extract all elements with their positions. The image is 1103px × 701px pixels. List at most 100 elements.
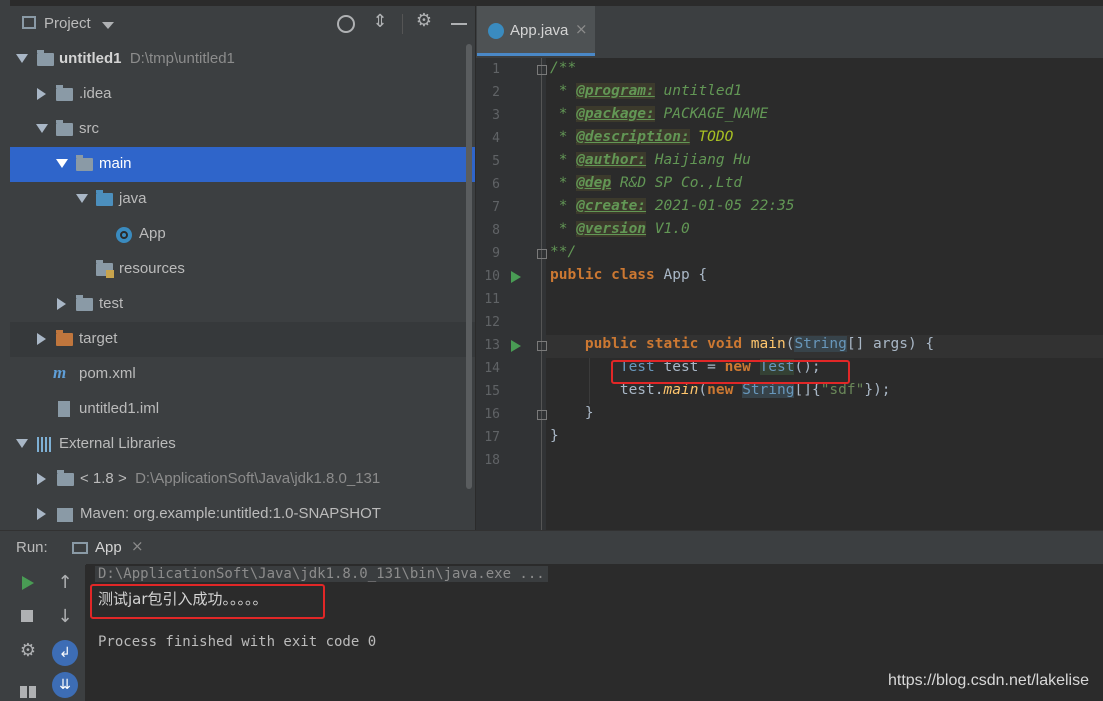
library-icon xyxy=(57,508,73,522)
fold-marker-icon[interactable] xyxy=(537,65,547,75)
run-class-icon[interactable] xyxy=(511,271,521,283)
chevron-right-icon[interactable] xyxy=(37,473,46,485)
collapse-all-icon[interactable]: ⇕ xyxy=(370,11,390,32)
soft-wrap-icon[interactable]: ↲ xyxy=(52,640,78,666)
stop-icon[interactable] xyxy=(21,610,33,622)
tree-item-label: untitled1.iml xyxy=(79,400,160,417)
javadoc-value: V1.0 xyxy=(646,221,690,237)
java-class-icon-mark xyxy=(120,231,128,239)
comment-star: * xyxy=(550,106,577,122)
tree-item-java[interactable]: java xyxy=(10,182,475,217)
chevron-down-icon[interactable] xyxy=(16,439,28,448)
libraries-icon xyxy=(37,437,53,452)
comment-star: * xyxy=(550,175,577,191)
comment-star: * xyxy=(550,152,577,168)
chevron-right-icon[interactable] xyxy=(37,333,46,345)
tree-item-maven-lib[interactable]: Maven: org.example:untitled:1.0-SNAPSHOT xyxy=(10,497,475,530)
tree-item-label: resources xyxy=(119,260,185,277)
chevron-right-icon[interactable] xyxy=(37,508,46,520)
debug-settings-icon[interactable]: ⚙ xyxy=(17,640,39,661)
code-line-13[interactable]: public static void main(String[] args) { xyxy=(550,336,934,352)
code-line-1[interactable]: /** xyxy=(550,60,576,76)
java-class-icon xyxy=(488,23,504,39)
run-tab-app[interactable]: App xyxy=(95,539,122,556)
tree-item-untitled1[interactable]: untitled1 D:\tmp\untitled1 xyxy=(10,42,475,77)
run-panel-header: Run: App × xyxy=(0,530,1103,565)
tree-item-app[interactable]: App xyxy=(10,217,475,252)
javadoc-tag: @create: xyxy=(576,198,647,214)
project-panel-header: Project ⇕ ⚙ xyxy=(10,6,475,42)
chevron-down-icon[interactable] xyxy=(36,124,48,133)
project-view-title[interactable]: Project xyxy=(44,15,91,32)
comment-star: * xyxy=(550,198,577,214)
folder-icon xyxy=(56,120,73,136)
code-line-3[interactable]: * @package: PACKAGE_NAME xyxy=(550,106,768,122)
fold-marker-icon[interactable] xyxy=(537,410,547,420)
tree-item-target[interactable]: target xyxy=(10,322,475,357)
tree-item-label: pom.xml xyxy=(79,365,136,382)
module-folder-icon xyxy=(37,50,54,66)
minimize-icon[interactable] xyxy=(451,23,467,25)
line-number: 13 xyxy=(484,338,500,353)
line-number: 17 xyxy=(484,430,500,445)
code-line-2[interactable]: * @program: untitled1 xyxy=(550,83,742,99)
code-line-15[interactable]: test.main(new String[]{"sdf"}); xyxy=(550,382,891,398)
code-line-17[interactable]: } xyxy=(550,428,559,444)
code-line-16[interactable]: } xyxy=(550,405,594,421)
arrow-up-icon[interactable]: ↑ xyxy=(54,572,76,593)
tree-item-resources[interactable]: resources xyxy=(10,252,475,287)
run-toolbar: ⚙ ↑ ↓ ↲ ⇊ xyxy=(0,564,85,701)
close-icon[interactable]: × xyxy=(131,537,144,555)
chevron-right-icon[interactable] xyxy=(57,298,66,310)
highlight-box-console xyxy=(90,584,325,619)
tree-item-label: App xyxy=(139,225,166,242)
chevron-right-icon[interactable] xyxy=(37,88,46,100)
folder-icon xyxy=(76,155,93,171)
target-icon[interactable] xyxy=(337,15,355,33)
line-number: 7 xyxy=(492,200,500,215)
gear-icon[interactable]: ⚙ xyxy=(414,10,434,31)
fold-marker-icon[interactable] xyxy=(537,341,547,351)
tree-item-test[interactable]: test xyxy=(10,287,475,322)
tree-item-external-libraries[interactable]: External Libraries xyxy=(10,427,475,462)
tree-item-path: D:\ApplicationSoft\Java\jdk1.8.0_131 xyxy=(135,470,381,487)
code-line-6[interactable]: * @dep R&D SP Co.,Ltd xyxy=(550,175,742,191)
chevron-down-icon[interactable] xyxy=(56,159,68,168)
code-line-7[interactable]: * @create: 2021-01-05 22:35 xyxy=(550,198,794,214)
tree-item-jdk[interactable]: < 1.8 > D:\ApplicationSoft\Java\jdk1.8.0… xyxy=(10,462,475,497)
excluded-folder-icon xyxy=(56,330,73,346)
code-line-4[interactable]: * @description: TODO xyxy=(550,129,733,145)
comment-star: * xyxy=(550,221,577,237)
maven-icon: m xyxy=(53,363,67,382)
tree-item-main[interactable]: main xyxy=(10,147,475,182)
rerun-icon[interactable] xyxy=(22,576,34,590)
run-config-icon xyxy=(72,542,88,554)
arrow-down-icon[interactable]: ↓ xyxy=(54,606,76,627)
line-number: 18 xyxy=(484,453,500,468)
run-main-icon[interactable] xyxy=(511,340,521,352)
tab-label: App.java xyxy=(510,22,569,39)
code-line-5[interactable]: * @author: Haijiang Hu xyxy=(550,152,751,168)
line-number: 15 xyxy=(484,384,500,399)
javadoc-value: R&D SP Co.,Ltd xyxy=(611,175,743,191)
tree-item-iml[interactable]: untitled1.iml xyxy=(10,392,475,427)
chevron-down-icon[interactable] xyxy=(76,194,88,203)
fold-marker-icon[interactable] xyxy=(537,249,547,259)
code-line-9[interactable]: **/ xyxy=(550,244,576,260)
line-number: 14 xyxy=(484,361,500,376)
scroll-to-end-icon[interactable]: ⇊ xyxy=(52,672,78,698)
chevron-down-icon[interactable] xyxy=(16,54,28,63)
tab-app-java[interactable]: App.java × xyxy=(477,6,595,56)
chevron-down-icon[interactable] xyxy=(102,22,114,29)
code-line-8[interactable]: * @version V1.0 xyxy=(550,221,690,237)
console-command-line[interactable]: D:\ApplicationSoft\Java\jdk1.8.0_131\bin… xyxy=(95,566,548,582)
close-icon[interactable]: × xyxy=(575,20,588,38)
line-number: 2 xyxy=(492,85,500,100)
line-number: 11 xyxy=(484,292,500,307)
tree-item-idea[interactable]: .idea xyxy=(10,77,475,112)
layout-icon[interactable] xyxy=(20,686,36,698)
tree-item-pom[interactable]: m pom.xml xyxy=(10,357,475,392)
code-line-10[interactable]: public class App { xyxy=(550,267,707,283)
project-scrollbar[interactable] xyxy=(466,44,472,489)
tree-item-src[interactable]: src xyxy=(10,112,475,147)
